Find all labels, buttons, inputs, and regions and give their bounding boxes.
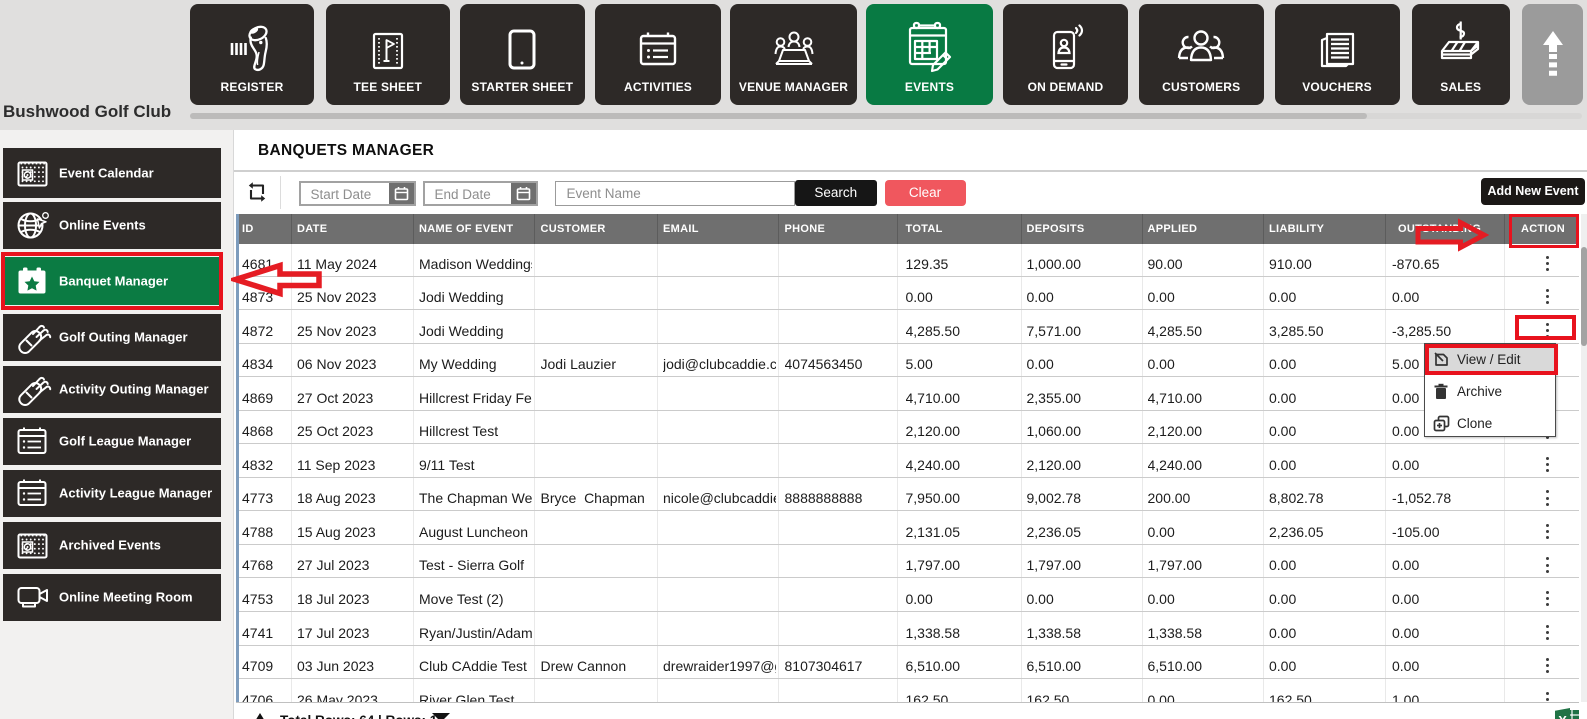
- svg-text:X: X: [1558, 713, 1567, 719]
